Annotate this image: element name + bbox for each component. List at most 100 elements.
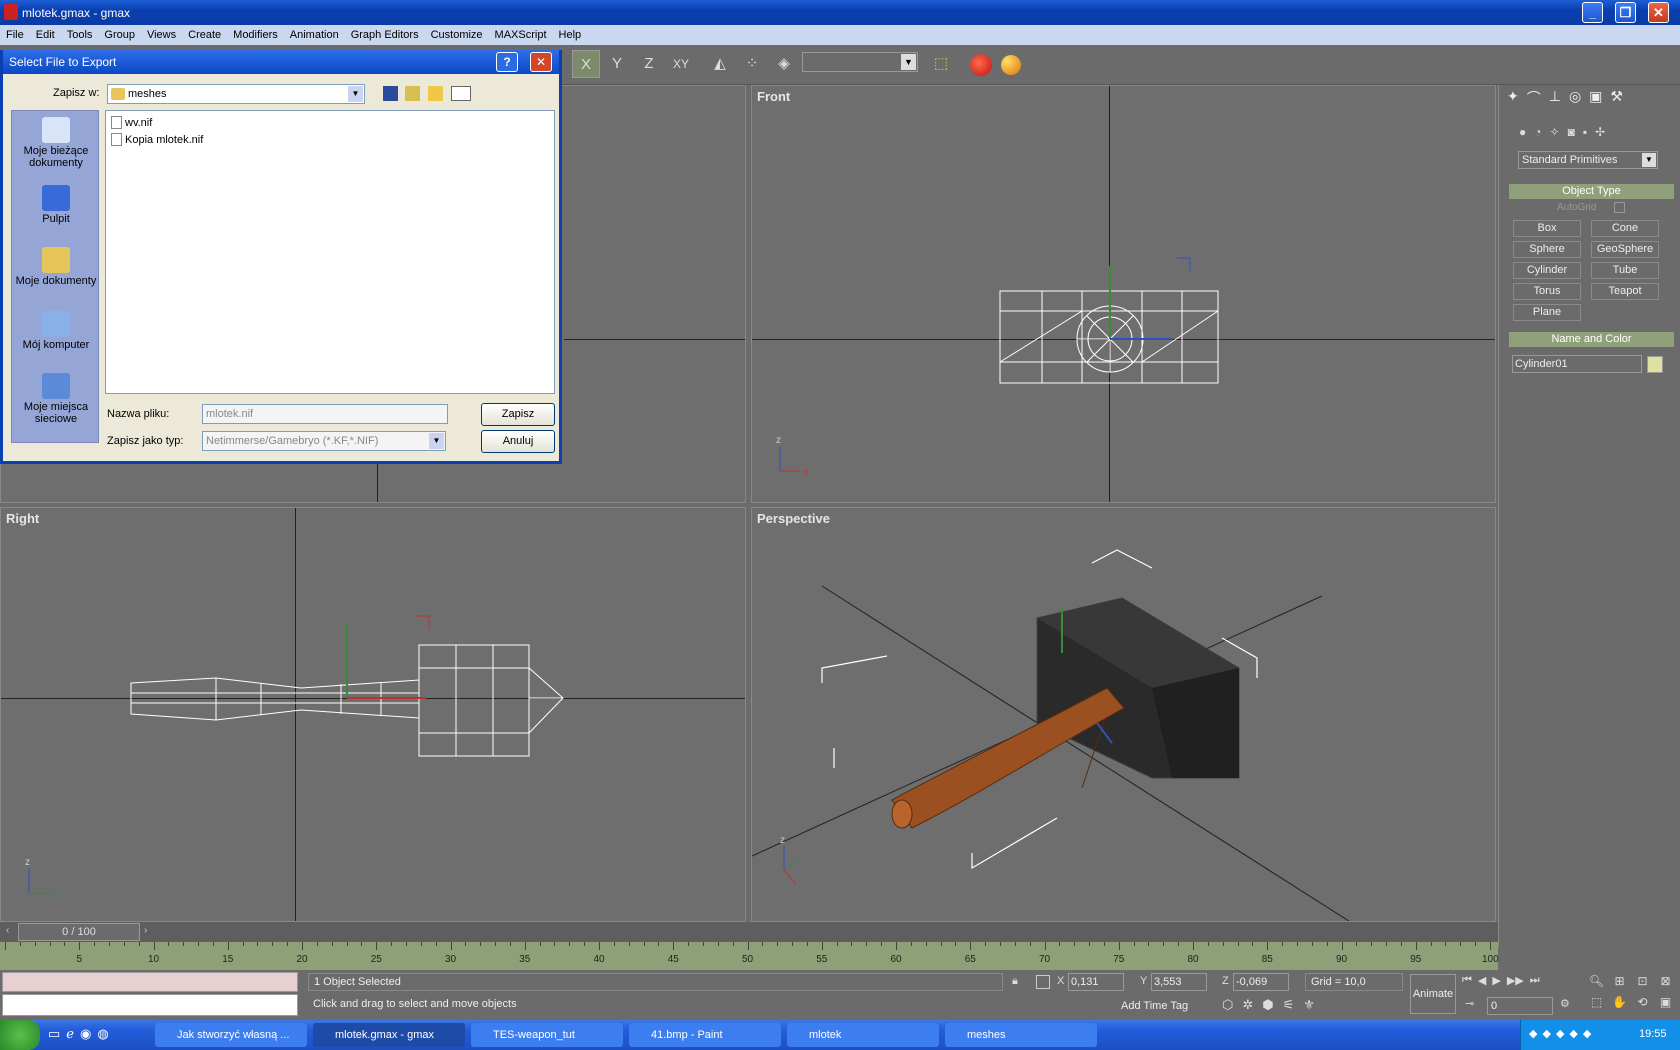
play-icon[interactable]: ▶ [1492,974,1500,992]
menu-maxscript[interactable]: MAXScript [489,29,553,41]
firefox-icon[interactable]: ◍ [97,1026,108,1042]
z-coordinate-field[interactable]: -0,069 [1233,973,1289,991]
time-config-icon[interactable]: ⚙ [1560,997,1570,1010]
axis-x-button[interactable]: X [572,50,600,78]
view-menu-icon[interactable] [451,86,471,101]
arc-rotate-icon[interactable]: ⟲ [1631,995,1654,1016]
dialog-close-button[interactable]: ✕ [530,52,552,72]
geometry-icon[interactable]: ● [1519,125,1526,143]
place-my-documents[interactable]: Moje dokumenty [12,247,100,287]
object-color-swatch[interactable] [1647,356,1663,373]
object-name-field[interactable]: Cylinder01 [1512,355,1642,373]
align-icon[interactable]: ◈ [770,50,798,78]
tray-icon[interactable]: ◆ [1583,1027,1591,1040]
absolute-mode-icon[interactable] [1036,975,1050,989]
restore-button[interactable]: ❐ [1615,2,1636,23]
place-my-computer[interactable]: Mój komputer [12,311,100,351]
box-button[interactable]: Box [1513,220,1581,237]
next-key-icon[interactable]: ▶▶ [1507,974,1524,992]
maxscript-input-field[interactable] [2,994,298,1016]
show-desktop-icon[interactable]: ▭ [48,1026,60,1042]
plane-button[interactable]: Plane [1513,304,1581,321]
sphere-button[interactable]: Sphere [1513,241,1581,258]
viewport-right[interactable]: Right z y [0,507,746,922]
primitive-type-dropdown[interactable]: Standard Primitives ▼ [1518,151,1658,169]
file-item[interactable]: Kopia mlotek.nif [111,133,203,146]
viewport-perspective[interactable]: Perspective z [751,507,1496,922]
menu-animation[interactable]: Animation [284,29,345,41]
tube-button[interactable]: Tube [1591,262,1659,279]
tray-icon[interactable]: ◆ [1542,1027,1550,1040]
zoom-extents-icon[interactable]: ⊡ [1631,974,1654,995]
key-mode-icon[interactable]: ⊸ [1465,997,1474,1010]
render-scene-icon[interactable] [970,54,992,76]
save-button[interactable]: Zapisz [481,403,555,426]
place-desktop[interactable]: Pulpit [12,185,100,225]
file-list[interactable]: wv.nif Kopia mlotek.nif [105,110,555,394]
file-item[interactable]: wv.nif [111,116,152,129]
taskbar-item[interactable]: TES-weapon_tut [471,1023,623,1047]
array-icon[interactable]: ⁘ [738,50,766,78]
region-zoom-icon[interactable]: ⬚ [1585,995,1608,1016]
utilities-tab-icon[interactable]: ⚒ [1610,88,1623,114]
cancel-button[interactable]: Anuluj [481,430,555,453]
time-slider[interactable]: ‹ 0 / 100 › [0,922,1498,942]
filename-input[interactable]: mlotek.nif [202,404,448,424]
filetype-dropdown[interactable]: Netimmerse/Gamebryo (*.KF,*.NIF) ▼ [202,431,446,451]
menu-tools[interactable]: Tools [61,29,99,41]
media-player-icon[interactable]: ◉ [80,1026,91,1042]
place-network[interactable]: Moje miejsca sieciowe [12,373,100,425]
pan-icon[interactable]: ✋ [1608,995,1631,1016]
menu-file[interactable]: File [0,29,30,41]
viewport-front[interactable]: Front z x [751,85,1496,503]
lights-icon[interactable]: ✧ [1550,125,1560,143]
menu-group[interactable]: Group [98,29,141,41]
modify-tab-icon[interactable]: ⌒ [1527,88,1541,114]
zoom-all-icon[interactable]: ⊞ [1608,974,1631,995]
next-frame-icon[interactable]: › [144,925,147,936]
time-slider-thumb[interactable]: 0 / 100 [18,923,140,941]
app-icon[interactable] [4,4,18,20]
display-tab-icon[interactable]: ▣ [1589,88,1602,114]
goto-end-icon[interactable]: ⏭ [1530,974,1540,992]
zoom-icon[interactable]: 🔍︎ [1585,974,1608,995]
create-tab-icon[interactable]: ✦ [1507,88,1519,114]
prev-key-icon[interactable]: ◀ [1478,974,1486,992]
tray-icon[interactable]: ◆ [1556,1027,1564,1040]
shapes-icon[interactable]: ◔ [1534,125,1541,143]
cylinder-button[interactable]: Cylinder [1513,262,1581,279]
menu-customize[interactable]: Customize [425,29,489,41]
lock-selection-icon[interactable]: 🔒︎ [1012,975,1018,988]
angle-snap-icon[interactable]: ✲ [1242,997,1253,1017]
menu-graph-editors[interactable]: Graph Editors [345,29,425,41]
tray-icon[interactable]: ◆ [1529,1027,1537,1040]
close-button[interactable]: ✕ [1648,2,1669,23]
taskbar-item[interactable]: meshes [945,1023,1097,1047]
timeline-ruler[interactable]: 5 10 15 20 25 30 35 40 45 50 55 60 65 70 75 80 85 90 95 100 [0,942,1499,970]
current-frame-field[interactable]: 0 [1487,997,1553,1015]
maxscript-listener-field[interactable] [2,972,298,992]
motion-tab-icon[interactable]: ◎ [1569,88,1581,114]
zoom-extents-all-icon[interactable]: ⊠ [1654,974,1677,995]
tray-icon[interactable]: ◆ [1569,1027,1577,1040]
cone-button[interactable]: Cone [1591,220,1659,237]
selection-region-icon[interactable]: ⬚ [927,50,955,78]
taskbar-item[interactable]: mlotek [787,1023,939,1047]
minimize-button[interactable]: _ [1582,2,1603,23]
named-selection-dropdown[interactable]: ▼ [802,52,918,72]
y-coordinate-field[interactable]: 3,553 [1151,973,1207,991]
geosphere-button[interactable]: GeoSphere [1591,241,1659,258]
menu-create[interactable]: Create [182,29,227,41]
spacewarps-icon[interactable]: ✢ [1595,125,1605,143]
add-time-tag-button[interactable]: Add Time Tag [1114,998,1212,1016]
menu-edit[interactable]: Edit [30,29,61,41]
spinner-snap-icon[interactable]: ⚟ [1283,997,1295,1017]
menu-help[interactable]: Help [553,29,588,41]
object-type-rollout[interactable]: Object Type [1509,184,1674,199]
start-button[interactable] [0,1020,40,1050]
maximize-viewport-icon[interactable]: ▣ [1654,995,1677,1016]
taskbar-item[interactable]: Jak stworzyć własną ... [155,1023,307,1047]
percent-snap-icon[interactable]: ⬢ [1262,997,1273,1017]
name-and-color-rollout[interactable]: Name and Color [1509,332,1674,347]
mirror-icon[interactable]: ◭ [706,50,734,78]
